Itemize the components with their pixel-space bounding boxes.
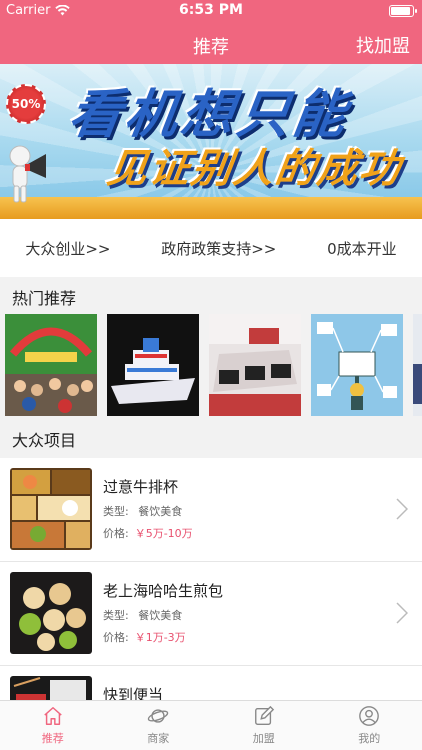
hot-thumb-office[interactable]: [209, 314, 301, 416]
sale-badge: 50%: [6, 84, 46, 124]
quick-link-mass-startup[interactable]: 大众创业>>: [25, 238, 110, 259]
hot-carousel[interactable]: [0, 314, 422, 416]
project-price-value: ￥1万-3万: [134, 631, 186, 644]
tab-mine[interactable]: 我的: [317, 701, 422, 750]
hot-thumb-ship-model[interactable]: [107, 314, 199, 416]
project-type-value: 餐饮美食: [138, 609, 183, 622]
project-type-value: 餐饮美食: [138, 505, 183, 518]
project-list: 过意牛排杯 类型: 餐饮美食 价格: ￥5万-10万 老上海哈哈生煎包 类型: 餐…: [0, 458, 422, 700]
projects-section-title: 大众项目: [12, 431, 77, 450]
battery-icon: [389, 5, 417, 17]
planet-icon: [148, 709, 169, 723]
chevron-right-icon: [396, 602, 408, 624]
quick-links: 大众创业>> 政府政策支持>> 0成本开业: [0, 219, 422, 277]
project-thumb: [10, 468, 92, 550]
project-price-value: ￥5万-10万: [134, 527, 193, 540]
project-name: 过意牛排杯: [103, 478, 179, 496]
quick-link-zero-cost[interactable]: 0成本开业: [327, 238, 397, 259]
hot-thumb-network[interactable]: [311, 314, 403, 416]
project-price: 价格: ￥5万-10万: [103, 525, 193, 541]
tab-bar: 推荐 商家 加盟 我的: [0, 700, 422, 750]
hot-section-title: 热门推荐: [12, 289, 77, 308]
project-type-label: 类型:: [103, 505, 129, 518]
promo-banner[interactable]: 50% 看机想只能 见证别人的成功: [0, 64, 422, 219]
project-price-label: 价格:: [103, 631, 129, 644]
project-price: 价格: ￥1万-3万: [103, 629, 186, 645]
tab-label: 我的: [358, 732, 381, 745]
project-row[interactable]: 老上海哈哈生煎包 类型: 餐饮美食 价格: ￥1万-3万: [0, 562, 422, 666]
user-icon: [359, 706, 380, 726]
project-thumb: [10, 572, 92, 654]
project-price-label: 价格:: [103, 527, 129, 540]
header: Carrier 6:53 PM 推荐 找加盟: [0, 0, 422, 64]
project-row[interactable]: 快到便当: [0, 666, 422, 700]
banner-floor: [0, 197, 422, 219]
nav-bar: 推荐 找加盟: [0, 22, 422, 64]
project-type: 类型: 餐饮美食: [103, 503, 182, 519]
chevron-right-icon: [396, 498, 408, 520]
status-bar: Carrier 6:53 PM: [0, 0, 422, 22]
hot-thumb-partial[interactable]: [413, 314, 422, 416]
tab-franchise[interactable]: 加盟: [211, 701, 317, 750]
project-row[interactable]: 过意牛排杯 类型: 餐饮美食 价格: ￥5万-10万: [0, 458, 422, 562]
quick-link-policy-support[interactable]: 政府政策支持>>: [161, 238, 276, 259]
tab-label: 商家: [147, 732, 170, 745]
project-type: 类型: 餐饮美食: [103, 607, 182, 623]
project-thumb: [10, 676, 92, 700]
project-name: 快到便当: [103, 686, 164, 700]
banner-slogan-sub: 见证别人的成功: [104, 146, 405, 192]
project-name: 老上海哈哈生煎包: [103, 582, 224, 600]
home-icon: [44, 707, 62, 725]
status-time: 6:53 PM: [179, 2, 243, 18]
tab-label: 推荐: [41, 732, 64, 745]
edit-icon: [254, 705, 274, 725]
tab-merchants[interactable]: 商家: [106, 701, 212, 750]
project-type-label: 类型:: [103, 609, 129, 622]
tab-recommend[interactable]: 推荐: [0, 701, 106, 750]
find-franchise-button[interactable]: 找加盟: [356, 32, 410, 58]
tab-label: 加盟: [252, 732, 275, 745]
hot-thumb-storefront[interactable]: [5, 314, 97, 416]
megaphone-figure-icon: [9, 145, 46, 203]
